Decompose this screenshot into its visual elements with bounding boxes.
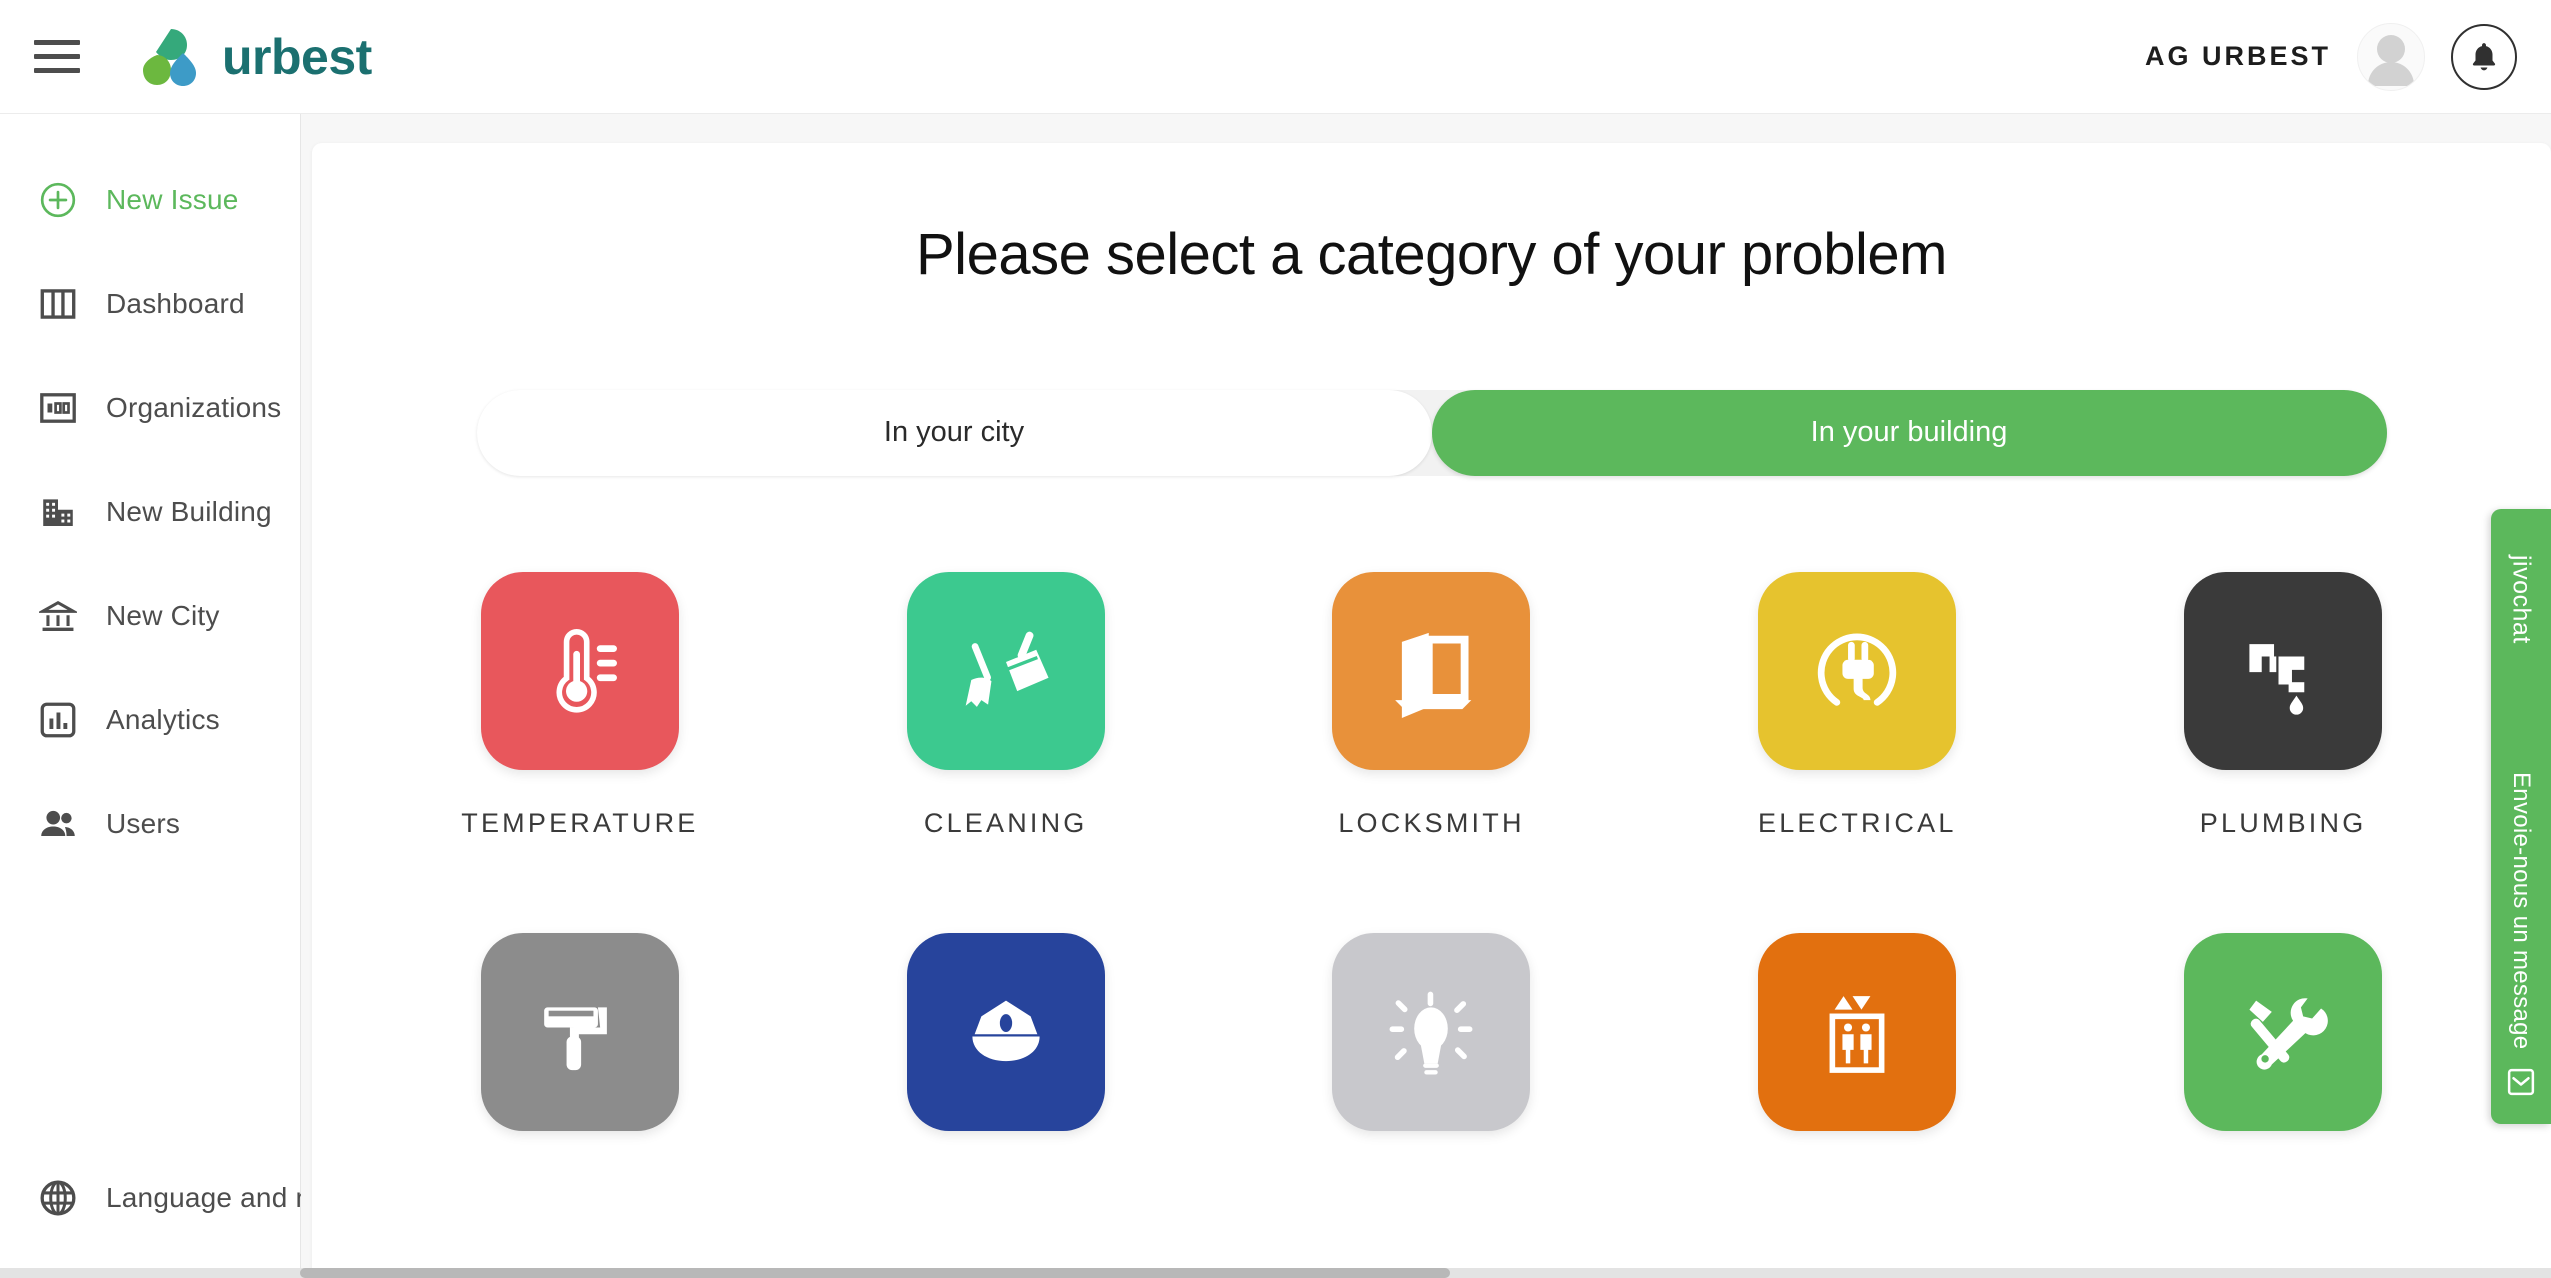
sidebar-item-organizations[interactable]: Organizations <box>0 376 300 440</box>
sidebar-item-dashboard[interactable]: Dashboard <box>0 272 300 336</box>
thermometer-icon <box>480 571 679 770</box>
jivochat-message-label: Envoie-nous un message <box>2508 771 2535 1049</box>
jivochat-tab[interactable]: jivochat Envoie-nous un message <box>2491 509 2551 1124</box>
power-plug-icon <box>1758 571 1957 770</box>
sidebar-item-label: New Building <box>106 496 272 527</box>
organization-icon <box>38 388 78 428</box>
category-tile-plumbing[interactable]: PLUMBING <box>2070 571 2496 839</box>
hamburger-menu-icon[interactable] <box>34 35 90 79</box>
category-selection-card: Please select a category of your problem… <box>312 143 2551 1278</box>
hamburger-bar <box>34 40 80 45</box>
category-tile-security[interactable] <box>793 932 1219 1169</box>
toggle-option-in-your-building[interactable]: In your building <box>1431 389 2387 476</box>
avatar-body <box>2368 61 2414 86</box>
category-label: ELECTRICAL <box>1758 807 1957 838</box>
sidebar-item-label: Organizations <box>106 392 282 423</box>
toggle-option-label: In your city <box>883 416 1025 449</box>
body-region: New Issue Dashboard Organizations New Bu… <box>0 114 2551 1278</box>
people-icon <box>38 804 78 844</box>
hammer-wrench-icon <box>2184 932 2383 1131</box>
brand-logo[interactable]: urbest <box>138 26 372 88</box>
category-label: TEMPERATURE <box>461 807 699 838</box>
sidebar-item-new-issue[interactable]: New Issue <box>0 168 300 232</box>
hamburger-bar <box>34 54 80 59</box>
top-header: urbest AG URBEST <box>0 0 2551 114</box>
account-name[interactable]: AG URBEST <box>2145 41 2331 72</box>
category-tile-painting[interactable] <box>367 932 793 1169</box>
category-grid: TEMPERATURE CLEANING LOCKSMITH ELECTRICA… <box>367 571 2496 1169</box>
bar-chart-icon <box>38 700 78 740</box>
header-right-group: AG URBEST <box>2145 22 2517 91</box>
category-tile-elevator[interactable] <box>1644 932 2070 1169</box>
columns-icon <box>38 284 78 324</box>
scope-toggle: In your city In your building <box>476 389 2387 476</box>
toggle-option-in-your-city[interactable]: In your city <box>476 389 1432 476</box>
plus-circle-icon <box>38 180 78 220</box>
scrollbar-thumb[interactable] <box>300 1268 1450 1278</box>
sidebar-item-label: New City <box>106 600 220 631</box>
category-tile-locksmith[interactable]: LOCKSMITH <box>1219 571 1645 839</box>
sidebar-item-label: Analytics <box>106 704 220 735</box>
bell-icon <box>2472 42 2496 70</box>
sidebar-item-label: New Issue <box>106 184 239 215</box>
app-root: urbest AG URBEST New Issue Dashboard Org… <box>0 0 2551 1278</box>
faucet-icon <box>2184 571 2383 770</box>
sidebar-item-new-building[interactable]: New Building <box>0 480 300 544</box>
sidebar-item-analytics[interactable]: Analytics <box>0 688 300 752</box>
jivochat-brand-label: jivochat <box>2507 555 2536 644</box>
chat-envelope-icon <box>2506 1067 2536 1102</box>
sidebar-nav: New Issue Dashboard Organizations New Bu… <box>0 114 360 1278</box>
bank-icon <box>38 596 78 636</box>
category-label: LOCKSMITH <box>1338 807 1525 838</box>
broom-icon <box>906 571 1105 770</box>
sidebar-item-label: Dashboard <box>106 288 245 319</box>
user-avatar-icon[interactable] <box>2357 22 2425 91</box>
globe-icon <box>38 1178 78 1218</box>
main-content: Please select a category of your problem… <box>301 114 2551 1278</box>
category-label: PLUMBING <box>2199 807 2367 838</box>
lightbulb-icon <box>1332 932 1531 1131</box>
category-tile-lighting[interactable] <box>1219 932 1645 1169</box>
open-door-icon <box>1332 571 1531 770</box>
building-icon <box>38 492 78 532</box>
paint-roller-icon <box>480 932 679 1131</box>
avatar-head <box>2377 34 2405 63</box>
urbest-logo-icon <box>138 26 202 88</box>
notifications-button[interactable] <box>2451 23 2517 90</box>
sidebar-item-label: Users <box>106 808 181 839</box>
logo-wordmark: urbest <box>222 28 372 85</box>
category-tile-temperature[interactable]: TEMPERATURE <box>367 571 793 839</box>
category-label: CLEANING <box>923 807 1088 838</box>
police-cap-icon <box>906 932 1105 1131</box>
elevator-icon <box>1758 932 1957 1131</box>
category-tile-electrical[interactable]: ELECTRICAL <box>1644 571 2070 839</box>
sidebar-item-users[interactable]: Users <box>0 792 300 856</box>
category-tile-handyman[interactable] <box>2070 932 2496 1169</box>
sidebar-item-new-city[interactable]: New City <box>0 584 300 648</box>
sidebar-item-language-and-more[interactable]: Language and more <box>0 1166 360 1230</box>
hamburger-bar <box>34 68 80 73</box>
toggle-option-label: In your building <box>1810 416 2008 449</box>
category-tile-cleaning[interactable]: CLEANING <box>793 571 1219 839</box>
sidebar-bottom-group: Language and more <box>0 1166 360 1278</box>
horizontal-scrollbar[interactable] <box>0 1268 2551 1278</box>
page-title: Please select a category of your problem <box>916 222 1948 287</box>
